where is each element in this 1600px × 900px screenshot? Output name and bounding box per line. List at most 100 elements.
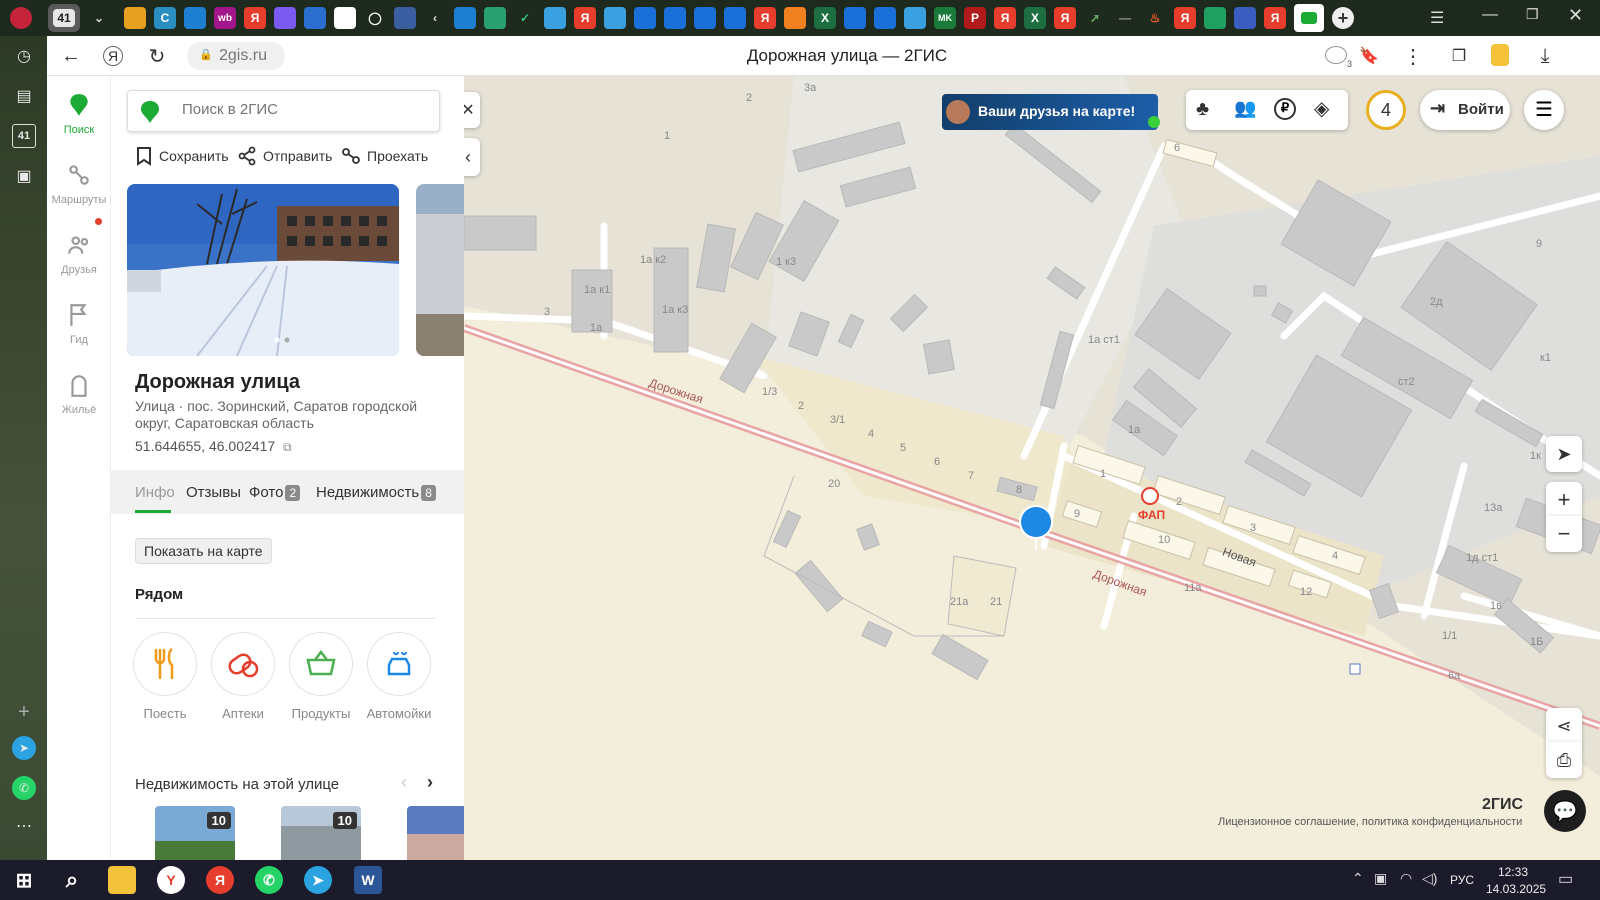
tab-favicon-arrow-icon[interactable]: ➚ [1084, 7, 1106, 29]
tab-reviews[interactable]: Отзывы [186, 484, 241, 501]
collections-toolbar-icon[interactable]: ❐ [1447, 44, 1471, 68]
tab-favicon-plus-icon[interactable] [484, 7, 506, 29]
tab-favicon-yandex2-icon[interactable]: Я [574, 7, 596, 29]
word-icon[interactable]: W [354, 866, 382, 894]
tab-favicon-flag-icon[interactable] [1234, 7, 1256, 29]
more-panels-icon[interactable]: ⋯ [12, 814, 36, 838]
realty-prev-icon[interactable]: ‹ [401, 772, 407, 793]
chat-icon[interactable]: 💬 [1544, 790, 1586, 832]
search-input[interactable] [182, 101, 422, 118]
tab-favicon-yandex7-icon[interactable]: Я [1264, 7, 1286, 29]
nearby-grocery[interactable]: Продукты [285, 632, 357, 721]
tab-favicon-ok-icon[interactable] [784, 7, 806, 29]
tab-favicon-bird-icon[interactable] [184, 7, 206, 29]
whatsapp-taskbar-icon[interactable]: ✆ [255, 866, 283, 894]
save-button[interactable]: Сохранить [135, 146, 229, 166]
tab-counter[interactable]: 41 [48, 4, 80, 32]
url-field[interactable]: 🔒 2gis.ru [187, 42, 285, 70]
tab-favicon-leaf-icon[interactable] [1204, 7, 1226, 29]
telegram-icon[interactable]: ➤ [12, 736, 36, 760]
tab-realty[interactable]: Недвижимость 8 [316, 484, 436, 501]
locate-me-button[interactable]: ➤ [1546, 436, 1582, 472]
tab-favicon-flame-icon[interactable]: ♨ [1144, 7, 1166, 29]
points-counter[interactable]: 4 [1366, 90, 1406, 130]
tab-favicon-emblem-icon[interactable] [394, 7, 416, 29]
tab-favicon-cube-icon[interactable] [304, 7, 326, 29]
tabs-dropdown-icon[interactable]: ⌄ [88, 7, 110, 29]
photo-snowy-street[interactable] [127, 184, 399, 356]
layers-icon[interactable]: ◈ [1314, 96, 1329, 121]
download-icon[interactable]: ⤓ [1533, 44, 1557, 68]
close-panel-button[interactable]: ✕ [464, 92, 480, 128]
show-on-map-button[interactable]: Показать на карте [135, 538, 272, 564]
nav-housing[interactable]: Жильё [47, 372, 111, 416]
nearby-pharmacy[interactable]: Аптеки [207, 632, 279, 721]
yandex-browser-logo-icon[interactable] [10, 7, 32, 29]
print-button[interactable]: ⎙ [1546, 742, 1582, 778]
realty-next-icon[interactable]: › [427, 772, 433, 793]
notifications-center-icon[interactable]: ▭ [1558, 869, 1573, 889]
tray-app-icon[interactable]: ▣ [1374, 870, 1387, 887]
collections-icon[interactable]: ▤ [12, 84, 36, 108]
nav-routes[interactable]: Маршруты [47, 162, 111, 206]
add-panel-icon[interactable]: + [12, 700, 36, 724]
share-map-button[interactable]: ⋖ [1546, 708, 1582, 744]
back-icon[interactable]: ← [59, 44, 83, 68]
tab-photos[interactable]: Фото 2 [249, 484, 301, 501]
yandex-icon[interactable]: Я [206, 866, 234, 894]
tab-favicon-c-icon[interactable]: C [154, 7, 176, 29]
telegram-taskbar-icon[interactable]: ➤ [304, 866, 332, 894]
volume-icon[interactable]: ◁) [1422, 870, 1437, 887]
search-box[interactable] [127, 90, 440, 132]
route-button[interactable]: Проехать [341, 146, 428, 166]
clock-date[interactable]: 14.03.2025 [1486, 882, 1546, 896]
tab-favicon-ring-icon[interactable]: ◯ [364, 7, 386, 29]
tab-favicon-back-icon[interactable]: ‹ [424, 7, 446, 29]
nearby-food[interactable]: Поесть [129, 632, 201, 721]
tab-favicon-2gis-active-icon[interactable] [1294, 4, 1324, 32]
tab-favicon-m5-icon[interactable] [844, 7, 866, 29]
calendar-icon[interactable]: 41 [12, 124, 36, 148]
license-link[interactable]: Лицензионное соглашение, политика конфид… [1218, 816, 1522, 828]
tab-favicon-gmail-icon[interactable] [124, 7, 146, 29]
nav-friends[interactable]: Друзья [47, 218, 111, 276]
tab-favicon-check-icon[interactable]: ✓ [514, 7, 536, 29]
file-explorer-icon[interactable] [108, 866, 136, 894]
tab-favicon-yandex3-icon[interactable]: Я [754, 7, 776, 29]
login-button[interactable]: ⇥ Войти [1420, 90, 1510, 130]
reload-icon[interactable]: ↻ [145, 44, 169, 68]
tab-favicon-yandex6-icon[interactable]: Я [1174, 7, 1196, 29]
trees-layer-icon[interactable]: ♣ [1196, 98, 1209, 121]
tab-favicon-yandex4-icon[interactable]: Я [994, 7, 1016, 29]
nearby-carwash[interactable]: Автомойки [363, 632, 435, 721]
map-canvas[interactable] [464, 76, 1600, 860]
tab-favicon-dots-icon[interactable] [544, 7, 566, 29]
tab-favicon-wb-icon[interactable]: wb [214, 7, 236, 29]
realty-thumb[interactable]: 10 [281, 806, 361, 860]
friends-banner[interactable]: Ваши друзья на карте! [942, 94, 1160, 130]
tab-favicon-yandex-icon[interactable]: Я [244, 7, 266, 29]
wifi-icon[interactable]: ◠ [1400, 870, 1412, 887]
tab-favicon-m6-icon[interactable] [874, 7, 896, 29]
copy-icon[interactable]: ⧉ [283, 440, 292, 454]
ruble-icon[interactable]: ₽ [1274, 98, 1296, 120]
nav-search[interactable]: Поиск [47, 92, 111, 136]
input-language[interactable]: РУС [1450, 873, 1474, 887]
notifications-icon[interactable]: 3 [1325, 46, 1352, 69]
close-window-icon[interactable]: ✕ [1568, 5, 1583, 26]
screenshot-icon[interactable]: ▣ [12, 164, 36, 188]
yandex-home-icon[interactable]: Я [103, 46, 123, 66]
tab-favicon-excel2-icon[interactable]: X [1024, 7, 1046, 29]
clock-time[interactable]: 12:33 [1498, 865, 1528, 879]
zoom-in-button[interactable]: + [1546, 482, 1582, 518]
zoom-out-button[interactable]: − [1546, 516, 1582, 552]
windows-start-icon[interactable]: ⊞ [10, 866, 38, 894]
realty-thumb[interactable]: 10 [155, 806, 235, 860]
history-icon[interactable]: ◷ [12, 44, 36, 68]
tab-favicon-m1-icon[interactable] [634, 7, 656, 29]
tab-favicon-dots3-icon[interactable] [904, 7, 926, 29]
tab-info[interactable]: Инфо [135, 484, 175, 501]
search-icon[interactable]: ⌕ [58, 866, 86, 894]
tab-favicon-dots2-icon[interactable] [604, 7, 626, 29]
friends-layer-icon[interactable]: 👥 [1234, 98, 1256, 119]
